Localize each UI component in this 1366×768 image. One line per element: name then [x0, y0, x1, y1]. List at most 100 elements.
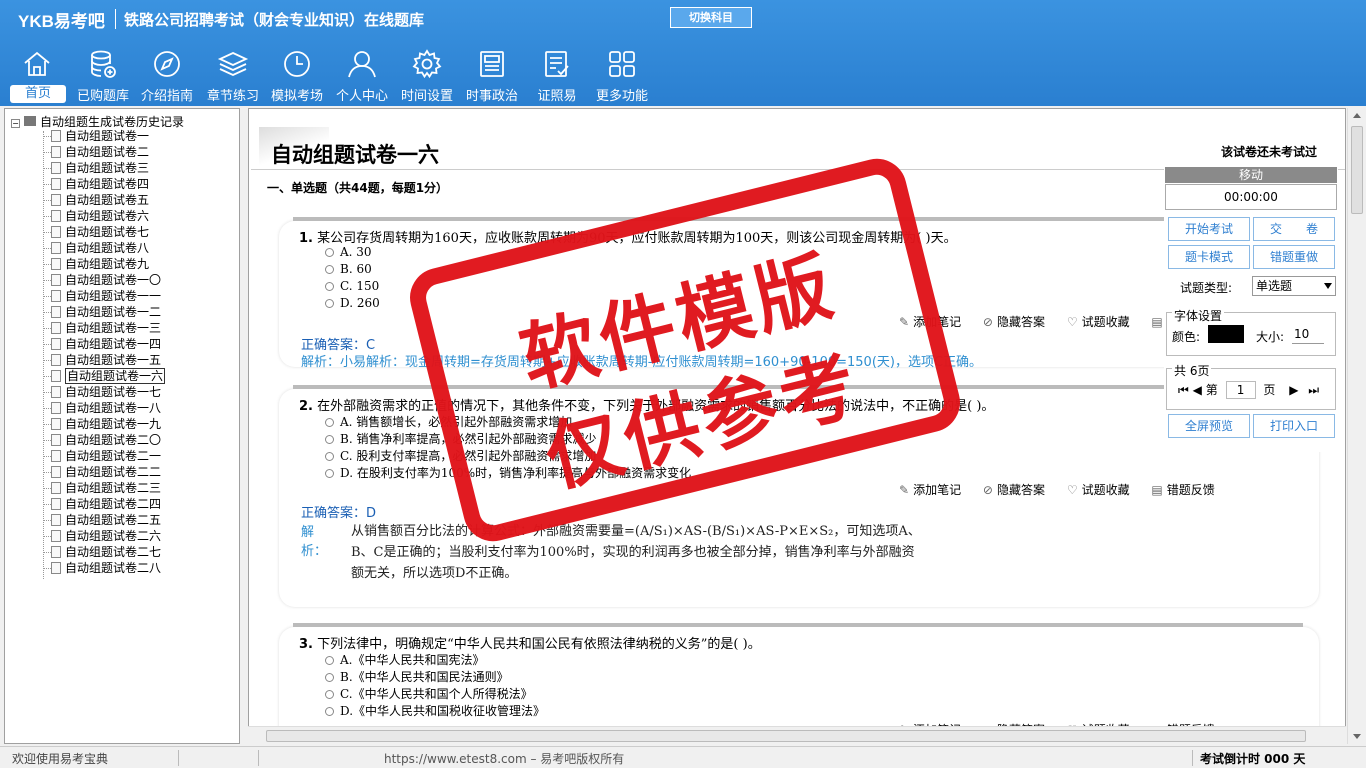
radio-icon[interactable] — [325, 452, 334, 461]
option-d[interactable]: D.《中华人民共和国税收征收管理法》 — [325, 702, 545, 719]
first-page-icon[interactable]: ⏮ — [1178, 383, 1189, 397]
option-a[interactable]: A. 30 — [325, 245, 372, 259]
radio-icon[interactable] — [325, 418, 334, 427]
tree-item[interactable]: 自动组题试卷二一 — [41, 448, 165, 464]
tree-item[interactable]: 自动组题试卷一二 — [41, 304, 165, 320]
radio-icon[interactable] — [325, 299, 334, 308]
tree-item-label: 自动组题试卷二四 — [65, 497, 162, 511]
favorite-button[interactable]: ♡试题收藏 — [1067, 315, 1130, 329]
collapse-icon[interactable]: − — [11, 119, 20, 128]
tree-item[interactable]: 自动组题试卷二二 — [41, 464, 165, 480]
card-mode-button[interactable]: 题卡模式 — [1168, 245, 1250, 269]
nav-more[interactable]: 更多功能 — [589, 46, 655, 104]
nav-certificate[interactable]: 证照易 — [524, 46, 590, 104]
radio-icon[interactable] — [325, 469, 334, 478]
tree-item[interactable]: 自动组题试卷一六 — [41, 368, 166, 384]
add-note-button[interactable]: ✎添加笔记 — [899, 483, 961, 497]
tree-item[interactable]: 自动组题试卷五 — [41, 192, 165, 208]
tree-item[interactable]: 自动组题试卷二五 — [41, 512, 165, 528]
radio-icon[interactable] — [325, 265, 334, 274]
compass-icon — [154, 51, 180, 77]
tree-item[interactable]: 自动组题试卷一七 — [41, 384, 165, 400]
print-button[interactable]: 打印入口 — [1253, 414, 1335, 438]
nav-profile[interactable]: 个人中心 — [329, 46, 395, 104]
scroll-thumb[interactable] — [1351, 126, 1363, 214]
tree-item[interactable]: 自动组题试卷一四 — [41, 336, 165, 352]
redo-wrong-button[interactable]: 错题重做 — [1253, 245, 1335, 269]
option-a[interactable]: A.《中华人民共和国宪法》 — [325, 651, 484, 668]
report-error-button[interactable]: ▤错题反馈 — [1151, 483, 1214, 497]
tree-item[interactable]: 自动组题试卷九 — [41, 256, 165, 272]
option-b[interactable]: B.《中华人民共和国民法通则》 — [325, 668, 509, 685]
hide-answer-button[interactable]: ⊘隐藏答案 — [983, 483, 1045, 497]
option-d[interactable]: D. 260 — [325, 296, 380, 310]
nav-chapter[interactable]: 章节练习 — [200, 46, 266, 104]
radio-icon[interactable] — [325, 656, 334, 665]
tree-item[interactable]: 自动组题试卷六 — [41, 208, 165, 224]
report-icon: ▤ — [1151, 315, 1163, 329]
start-exam-button[interactable]: 开始考试 — [1168, 217, 1250, 241]
tree-item[interactable]: 自动组题试卷三 — [41, 160, 165, 176]
question-type-select[interactable]: 单选题 — [1252, 276, 1336, 296]
option-b[interactable]: B. 60 — [325, 262, 372, 276]
tree-item[interactable]: 自动组题试卷二四 — [41, 496, 165, 512]
radio-icon[interactable] — [325, 248, 334, 257]
scroll-up-icon[interactable] — [1353, 113, 1361, 118]
tree-item-label: 自动组题试卷二 — [65, 145, 150, 159]
tree-root-label: 自动组题生成试卷历史记录 — [40, 115, 185, 129]
tree-item[interactable]: 自动组题试卷四 — [41, 176, 165, 192]
scroll-thumb[interactable] — [266, 730, 1306, 742]
tree-item[interactable]: 自动组题试卷二〇 — [41, 432, 165, 448]
horizontal-scrollbar[interactable] — [248, 726, 1346, 744]
nav-label: 个人中心 — [335, 89, 388, 104]
tree-item[interactable]: 自动组题试卷一〇 — [41, 272, 165, 288]
submit-paper-button[interactable]: 交 卷 — [1253, 217, 1335, 241]
tree-item[interactable]: 自动组题试卷一 — [41, 128, 165, 144]
pencil-icon: ✎ — [899, 483, 910, 497]
eye-off-icon: ⊘ — [982, 483, 993, 497]
fullscreen-preview-button[interactable]: 全屏预览 — [1168, 414, 1250, 438]
tree-item[interactable]: 自动组题试卷一五 — [41, 352, 165, 368]
nav-mock-exam[interactable]: 模拟考场 — [264, 46, 330, 104]
option-c[interactable]: C.《中华人民共和国个人所得税法》 — [325, 685, 533, 702]
radio-icon[interactable] — [325, 282, 334, 291]
tree-item-label: 自动组题试卷六 — [65, 209, 150, 223]
font-color-swatch[interactable] — [1208, 325, 1244, 343]
favorite-button[interactable]: ♡试题收藏 — [1067, 483, 1130, 497]
tree-item[interactable]: 自动组题试卷一三 — [41, 320, 165, 336]
hide-answer-button[interactable]: ⊘隐藏答案 — [983, 315, 1045, 329]
move-handle[interactable]: 移动 — [1165, 167, 1337, 183]
radio-icon[interactable] — [325, 707, 334, 716]
tree-item[interactable]: 自动组题试卷一九 — [41, 416, 165, 432]
tree-item[interactable]: 自动组题试卷七 — [41, 224, 165, 240]
tree-item[interactable]: 自动组题试卷一八 — [41, 400, 165, 416]
nav-purchased[interactable]: 已购题库 — [70, 46, 136, 104]
option-c[interactable]: C. 150 — [325, 279, 379, 293]
vertical-scrollbar[interactable] — [1347, 108, 1365, 744]
tree-item[interactable]: 自动组题试卷二 — [41, 144, 165, 160]
tree-item[interactable]: 自动组题试卷二八 — [41, 560, 165, 576]
scroll-down-icon[interactable] — [1353, 734, 1361, 739]
radio-icon[interactable] — [325, 673, 334, 682]
question-toolbar: ✎添加笔记 ⊘隐藏答案 ♡试题收藏 ▤错题反馈 — [899, 481, 1233, 498]
tree-item[interactable]: 自动组题试卷二七 — [41, 544, 165, 560]
tree-item[interactable]: 自动组题试卷一一 — [41, 288, 165, 304]
nav-home[interactable]: 首页 — [4, 46, 70, 104]
tree-item[interactable]: 自动组题试卷二三 — [41, 480, 165, 496]
last-page-icon[interactable]: ⏭ — [1308, 383, 1319, 397]
tree-item[interactable]: 自动组题试卷二六 — [41, 528, 165, 544]
radio-icon[interactable] — [325, 690, 334, 699]
nav-current-affairs[interactable]: 时事政治 — [459, 46, 525, 104]
radio-icon[interactable] — [325, 435, 334, 444]
prev-page-icon[interactable]: ◀ — [1193, 383, 1202, 397]
nav-guide[interactable]: 介绍指南 — [134, 46, 200, 104]
eye-off-icon: ⊘ — [982, 315, 993, 329]
font-size-input[interactable]: 10 — [1292, 324, 1324, 344]
tree-item[interactable]: 自动组题试卷八 — [41, 240, 165, 256]
status-divider — [178, 750, 179, 766]
switch-subject-button[interactable]: 切换科目 — [670, 7, 752, 28]
page-number-input[interactable]: 1 — [1225, 381, 1256, 399]
next-page-icon[interactable]: ▶ — [1289, 383, 1298, 397]
nav-time-settings[interactable]: 时间设置 — [394, 46, 460, 104]
document-icon — [51, 498, 61, 510]
